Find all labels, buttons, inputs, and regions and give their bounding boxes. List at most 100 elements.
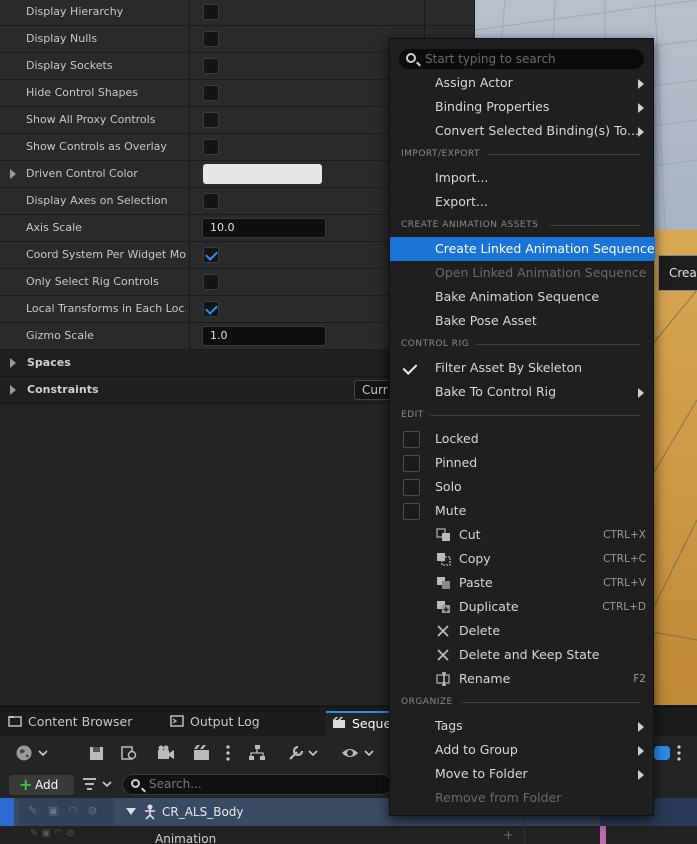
coord-system-per-widget-mode-checkbox[interactable] [203,247,219,263]
eye-icon[interactable] [341,744,359,762]
chevron-down-icon[interactable] [307,744,319,762]
local-transforms-checkbox[interactable] [203,301,219,317]
pinned-checkbox[interactable] [403,455,420,472]
menu-item-label: Rename [459,671,511,686]
add-track-button[interactable]: + Add [9,775,74,795]
menu-item-delete[interactable]: Delete [390,619,655,643]
filter-icon[interactable] [82,777,100,793]
menu-item-label: Delete and Keep State [459,647,600,662]
lock-icon[interactable]: ▣ [48,804,58,817]
more-options-icon[interactable] [222,744,234,762]
control-rig-icon [145,804,155,820]
menu-item-tags[interactable]: Tags [390,714,655,738]
menu-item-import[interactable]: Import... [390,166,655,190]
solo-icon[interactable]: ◠ [68,804,78,817]
menu-item-add-to-group[interactable]: Add to Group [390,738,655,762]
subtrack-row-animation[interactable]: ✎ ▣ ◠ ⊘ Animation + [0,826,697,844]
show-controls-as-overlay-checkbox[interactable] [203,139,219,155]
gizmo-scale-input[interactable]: 1.0 [202,326,326,346]
section-header-control-rig: CONTROL RIG [401,339,470,349]
add-subtrack-icon[interactable]: + [503,828,514,843]
menu-item-copy[interactable]: Copy CTRL+C [390,547,655,571]
render-movie-icon[interactable] [193,744,211,762]
save-icon[interactable] [88,744,106,762]
expand-arrow-icon[interactable] [10,169,16,179]
tab-content-browser[interactable]: Content Browser [6,711,156,737]
shortcut-label: CTRL+X [603,529,646,541]
submenu-arrow-icon [638,388,644,398]
menu-item-create-linked-animation-sequence[interactable]: Create Linked Animation Sequence [390,237,655,261]
submenu-arrow-icon [638,770,644,780]
sequencer-search-input[interactable]: Search... [122,774,392,795]
menu-item-move-to-folder[interactable]: Move to Folder [390,762,655,786]
menu-item-label: Pinned [435,455,478,470]
create-button[interactable]: Creat [658,255,697,291]
menu-search-input[interactable]: Start typing to search [399,49,644,69]
driven-control-color-swatch[interactable] [203,164,322,184]
axis-scale-input[interactable]: 10.0 [202,218,326,238]
pin-icon[interactable]: ✎ [28,804,37,817]
menu-item-bake-to-control-rig[interactable]: Bake To Control Rig [390,380,655,404]
menu-item-label: Move to Folder [435,766,528,781]
expand-arrow-icon[interactable] [10,385,16,395]
wrench-icon[interactable] [287,744,305,762]
chevron-down-icon[interactable] [37,744,49,762]
menu-item-duplicate[interactable]: Duplicate CTRL+D [390,595,655,619]
property-label: Axis Scale [26,221,82,234]
camera-icon[interactable] [157,744,175,762]
menu-item-solo[interactable]: Solo [390,475,655,499]
search-icon [131,779,140,788]
menu-item-locked[interactable]: Locked [390,427,655,451]
menu-item-label: Locked [435,431,479,446]
world-icon[interactable] [15,744,33,762]
hide-control-shapes-checkbox[interactable] [203,85,219,101]
display-axes-on-selection-checkbox[interactable] [203,193,219,209]
menu-item-label: Binding Properties [435,99,550,114]
collapse-arrow-icon[interactable] [126,808,136,816]
menu-item-label: Remove from Folder [435,790,562,805]
chevron-down-icon[interactable] [101,777,113,793]
menu-item-bake-animation-sequence[interactable]: Bake Animation Sequence [390,285,655,309]
duplicate-icon [437,601,450,613]
menu-item-paste[interactable]: Paste CTRL+V [390,571,655,595]
menu-item-label: Tags [435,718,463,733]
menu-item-rename[interactable]: Rename F2 [390,667,655,691]
delete-keep-state-icon [437,649,449,661]
display-sockets-checkbox[interactable] [203,58,219,74]
display-nulls-checkbox[interactable] [203,31,219,47]
locked-checkbox[interactable] [403,431,420,448]
mute-checkbox[interactable] [403,503,420,520]
submenu-arrow-icon [638,746,644,756]
property-label: Display Nulls [26,32,98,45]
menu-item-assign-actor[interactable]: Assign Actor [390,71,655,95]
menu-item-filter-asset-by-skeleton[interactable]: Filter Asset By Skeleton [390,356,655,380]
menu-item-export[interactable]: Export... [390,190,655,214]
menu-item-binding-properties[interactable]: Binding Properties [390,95,655,119]
tab-output-log[interactable]: Output Log [170,711,290,737]
more-options-icon[interactable] [673,744,685,762]
track-controls: ✎ ▣ ◠ ⊘ [18,798,114,826]
show-all-proxy-controls-checkbox[interactable] [203,112,219,128]
property-label: Display Sockets [26,59,113,72]
menu-item-mute[interactable]: Mute [390,499,655,523]
display-hierarchy-checkbox[interactable] [203,4,219,20]
menu-item-delete-and-keep-state[interactable]: Delete and Keep State [390,643,655,667]
mute-icon[interactable]: ⊘ [88,804,97,817]
chevron-down-icon[interactable] [363,744,375,762]
expand-arrow-icon[interactable] [10,358,16,368]
category-label: Spaces [27,356,71,369]
menu-item-bake-pose-asset[interactable]: Bake Pose Asset [390,309,655,333]
submenu-arrow-icon [638,79,644,89]
menu-item-convert-selected-bindings[interactable]: Convert Selected Binding(s) To... [390,119,655,143]
menu-item-cut[interactable]: Cut CTRL+X [390,523,655,547]
menu-item-open-linked-animation-sequence: Open Linked Animation Sequence [390,261,655,285]
menu-item-pinned[interactable]: Pinned [390,451,655,475]
solo-checkbox[interactable] [403,479,420,496]
plus-icon: + [19,775,33,794]
sequencer-icon [333,717,345,728]
unreal-editor-window: Display Hierarchy Display Nulls Display … [0,0,697,844]
only-select-rig-controls-checkbox[interactable] [203,274,219,290]
find-asset-icon[interactable] [120,744,138,762]
property-label: Coord System Per Widget Mode [26,248,186,261]
hierarchy-icon[interactable] [248,744,266,762]
